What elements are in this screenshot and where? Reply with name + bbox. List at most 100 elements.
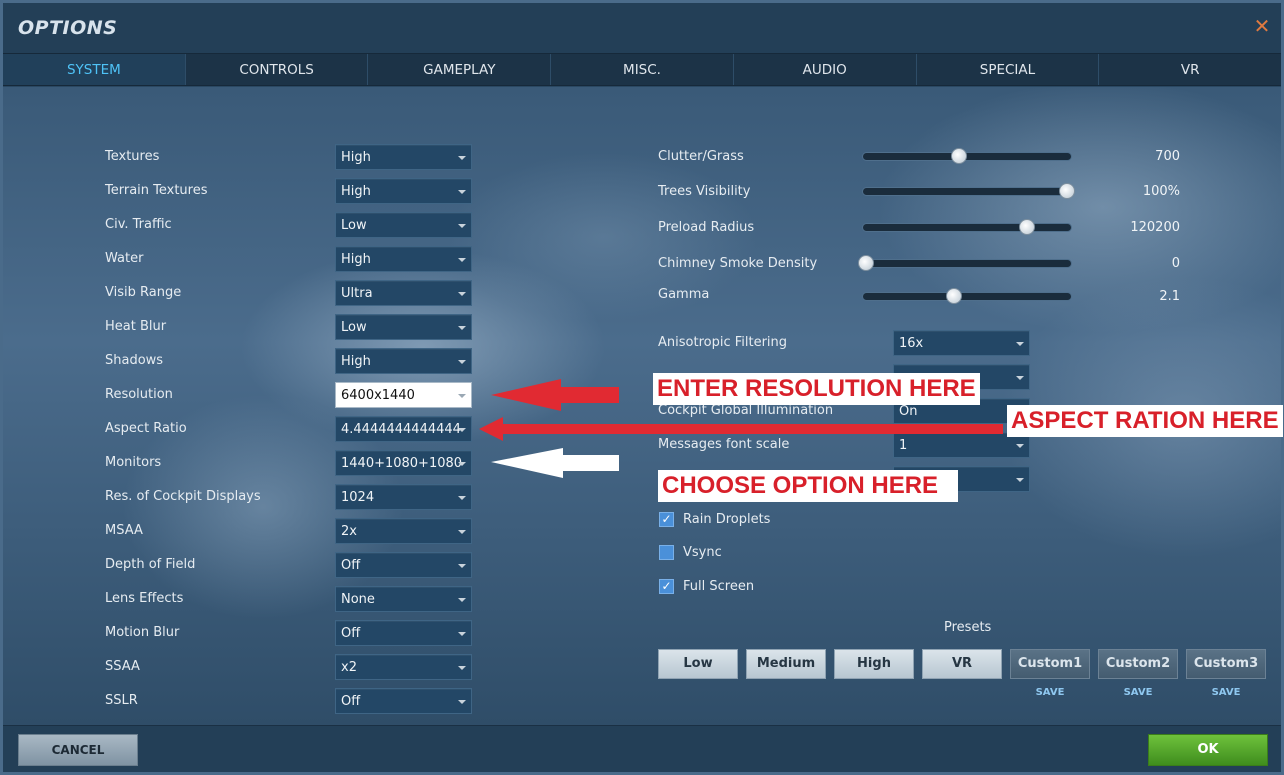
chevron-down-icon: [458, 156, 466, 160]
dropdown-value: Low: [341, 218, 367, 233]
title-bar: OPTIONS ✕: [3, 3, 1281, 53]
slider-thumb[interactable]: [946, 288, 962, 304]
depth-of-field-label: Depth of Field: [105, 557, 196, 572]
chevron-down-icon: [458, 564, 466, 568]
dropdown-value: High: [341, 252, 371, 267]
chevron-down-icon: [458, 224, 466, 228]
rain-droplets-checkbox[interactable]: ✓: [659, 512, 674, 527]
lens-effects-label: Lens Effects: [105, 591, 184, 606]
chevron-down-icon: [458, 530, 466, 534]
preset-custom3-button[interactable]: Custom3: [1186, 649, 1266, 679]
tab-system[interactable]: SYSTEM: [3, 54, 186, 85]
preset-low-button[interactable]: Low: [658, 649, 738, 679]
msaa-label: MSAA: [105, 523, 143, 538]
visib-range-label: Visib Range: [105, 285, 182, 300]
sslr-label: SSLR: [105, 693, 138, 708]
tab-vr[interactable]: VR: [1099, 54, 1281, 85]
dropdown-value: x2: [341, 660, 357, 675]
sslr-dropdown[interactable]: Off: [335, 688, 472, 714]
visib-range-dropdown[interactable]: Ultra: [335, 280, 472, 306]
presets-label: Presets: [944, 620, 992, 635]
dropdown-value: High: [341, 354, 371, 369]
civ-traffic-dropdown[interactable]: Low: [335, 212, 472, 238]
ok-button[interactable]: OK: [1148, 734, 1268, 766]
custom2-save-link[interactable]: SAVE: [1098, 687, 1178, 698]
preset-custom1-button[interactable]: Custom1: [1010, 649, 1090, 679]
cancel-button[interactable]: CANCEL: [18, 734, 138, 766]
dropdown-value: 6400x1440: [341, 388, 415, 403]
options-window: OPTIONS ✕ SYSTEM CONTROLS GAMEPLAY MISC.…: [0, 0, 1284, 775]
trees-visibility-label: Trees Visibility: [658, 184, 751, 199]
terrain-textures-dropdown[interactable]: High: [335, 178, 472, 204]
dropdown-value: High: [341, 184, 371, 199]
gamma-value: 2.1: [1159, 289, 1180, 304]
tab-misc[interactable]: MISC.: [551, 54, 734, 85]
close-icon[interactable]: ✕: [1253, 16, 1271, 36]
monitors-dropdown[interactable]: 1440+1080+1080: [335, 450, 472, 476]
annotation-monitors: CHOOSE OPTION HERE: [658, 470, 958, 502]
dropdown-value: Off: [341, 558, 361, 573]
chevron-down-icon: [458, 326, 466, 330]
preload-radius-slider[interactable]: [862, 223, 1072, 232]
resolution-label: Resolution: [105, 387, 173, 402]
aspect-ratio-label: Aspect Ratio: [105, 421, 187, 436]
civ-traffic-label: Civ. Traffic: [105, 217, 172, 232]
depth-of-field-dropdown[interactable]: Off: [335, 552, 472, 578]
anisotropic-label: Anisotropic Filtering: [658, 335, 788, 350]
tab-bar: SYSTEM CONTROLS GAMEPLAY MISC. AUDIO SPE…: [3, 53, 1281, 86]
tab-gameplay[interactable]: GAMEPLAY: [368, 54, 552, 85]
textures-dropdown[interactable]: High: [335, 144, 472, 170]
cockpit-illumination-label: Cockpit Global Illumination: [658, 403, 834, 418]
chevron-down-icon: [458, 258, 466, 262]
slider-thumb[interactable]: [1019, 219, 1035, 235]
shadows-dropdown[interactable]: High: [335, 348, 472, 374]
chevron-down-icon: [458, 394, 466, 398]
anisotropic-dropdown[interactable]: 16x: [893, 330, 1030, 356]
aspect-ratio-dropdown[interactable]: 4.4444444444444: [335, 416, 472, 442]
preset-medium-button[interactable]: Medium: [746, 649, 826, 679]
dropdown-value: None: [341, 592, 375, 607]
msaa-dropdown[interactable]: 2x: [335, 518, 472, 544]
motion-blur-dropdown[interactable]: Off: [335, 620, 472, 646]
trees-visibility-slider[interactable]: [862, 187, 1072, 196]
custom3-save-link[interactable]: SAVE: [1186, 687, 1266, 698]
cockpit-displays-dropdown[interactable]: 1024: [335, 484, 472, 510]
chevron-down-icon: [458, 428, 466, 432]
window-title: OPTIONS: [18, 17, 118, 39]
clutter-grass-slider[interactable]: [862, 152, 1072, 161]
terrain-textures-label: Terrain Textures: [105, 183, 208, 198]
slider-thumb[interactable]: [858, 255, 874, 271]
chimney-smoke-value: 0: [1171, 256, 1180, 271]
dropdown-value: Low: [341, 320, 367, 335]
resolution-input[interactable]: 6400x1440: [335, 382, 472, 408]
chevron-down-icon: [458, 496, 466, 500]
custom1-save-link[interactable]: SAVE: [1010, 687, 1090, 698]
messages-font-scale-label: Messages font scale: [658, 437, 790, 452]
tab-special[interactable]: SPECIAL: [917, 54, 1100, 85]
dropdown-value: Ultra: [341, 286, 373, 301]
motion-blur-label: Motion Blur: [105, 625, 180, 640]
cockpit-displays-label: Res. of Cockpit Displays: [105, 489, 261, 504]
tab-controls[interactable]: CONTROLS: [186, 54, 369, 85]
preset-custom2-button[interactable]: Custom2: [1098, 649, 1178, 679]
chimney-smoke-label: Chimney Smoke Density: [658, 256, 818, 271]
gamma-slider[interactable]: [862, 292, 1072, 301]
tab-audio[interactable]: AUDIO: [734, 54, 917, 85]
ssaa-dropdown[interactable]: x2: [335, 654, 472, 680]
dropdown-value: Off: [341, 694, 361, 709]
heat-blur-label: Heat Blur: [105, 319, 167, 334]
chimney-smoke-slider[interactable]: [862, 259, 1072, 268]
water-dropdown[interactable]: High: [335, 246, 472, 272]
full-screen-checkbox[interactable]: ✓: [659, 579, 674, 594]
preset-vr-button[interactable]: VR: [922, 649, 1002, 679]
settings-panel: Textures High Terrain Textures High Civ.…: [3, 87, 1283, 725]
preset-high-button[interactable]: High: [834, 649, 914, 679]
vsync-checkbox[interactable]: [659, 545, 674, 560]
annotation-aspect: ASPECT RATION HERE: [1007, 405, 1283, 437]
dropdown-value: High: [341, 150, 371, 165]
clutter-grass-label: Clutter/Grass: [658, 149, 744, 164]
slider-thumb[interactable]: [951, 148, 967, 164]
lens-effects-dropdown[interactable]: None: [335, 586, 472, 612]
heat-blur-dropdown[interactable]: Low: [335, 314, 472, 340]
slider-thumb[interactable]: [1059, 183, 1075, 199]
